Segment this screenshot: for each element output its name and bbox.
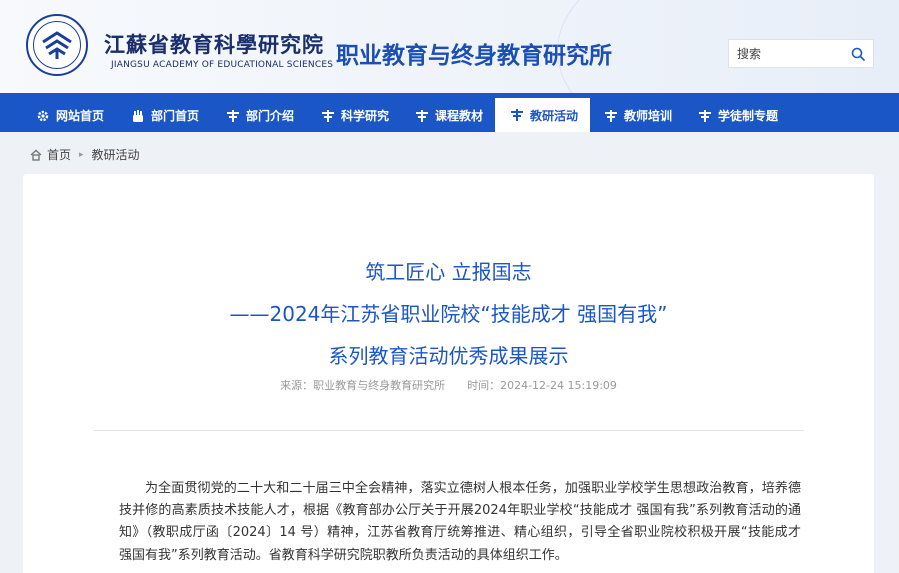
hand-icon bbox=[131, 109, 145, 123]
home-icon bbox=[30, 149, 42, 161]
search-button[interactable] bbox=[843, 40, 873, 67]
nav-item-label: 教师培训 bbox=[624, 109, 673, 123]
search-icon bbox=[851, 47, 865, 61]
article-source: 来源：职业教育与终身教育研究所 bbox=[280, 379, 446, 392]
article-time: 时间：2024-12-24 15:19:09 bbox=[467, 379, 617, 392]
nav-item-label: 课程教材 bbox=[435, 109, 484, 123]
site-title[interactable]: 职业教育与终身教育研究所 bbox=[336, 36, 612, 70]
nav-item-dept-home[interactable]: 部门首页 bbox=[131, 99, 199, 132]
site-header: 江蘇省教育科學研究院 JIANGSU ACADEMY OF EDUCATIONA… bbox=[0, 0, 899, 93]
tee-icon bbox=[321, 109, 335, 123]
title-divider bbox=[94, 430, 804, 431]
article-title-line-1: 筑工匠心 立报国志 bbox=[365, 260, 532, 284]
search-box bbox=[728, 39, 874, 68]
breadcrumb: 首页 ▸ 教研活动 bbox=[30, 146, 140, 163]
logo-english-name: JIANGSU ACADEMY OF EDUCATIONAL SCIENCES bbox=[111, 60, 334, 70]
article-title-line-3: 系列教育活动优秀成果展示 bbox=[328, 344, 569, 368]
nav-item-teaching-research[interactable]: 教研活动 bbox=[495, 98, 590, 132]
nav-item-label: 部门介绍 bbox=[246, 109, 295, 123]
tee-icon bbox=[226, 109, 240, 123]
tee-icon bbox=[698, 109, 712, 123]
nav-item-label: 网站首页 bbox=[56, 109, 105, 123]
nav-item-label: 学徒制专题 bbox=[718, 109, 779, 123]
article-title-line-2: ——2024年江苏省职业院校“技能成才 强国有我” bbox=[229, 302, 668, 326]
nav-item-label: 科学研究 bbox=[341, 109, 390, 123]
nav-item-teacher-training[interactable]: 教师培训 bbox=[604, 99, 672, 132]
tee-icon bbox=[415, 109, 429, 123]
tee-icon bbox=[510, 108, 524, 122]
article-meta: 来源：职业教育与终身教育研究所 时间：2024-12-24 15:19:09 bbox=[23, 377, 874, 393]
seal-ring bbox=[33, 21, 81, 69]
nav-item-label: 教研活动 bbox=[530, 108, 579, 123]
nav-item-label: 部门首页 bbox=[151, 109, 200, 123]
nav-item-curriculum[interactable]: 课程教材 bbox=[415, 99, 483, 132]
gear-icon bbox=[36, 109, 50, 123]
article-card: 筑工匠心 立报国志 ——2024年江苏省职业院校“技能成才 强国有我” 系列教育… bbox=[23, 174, 874, 573]
nav-item-dept-intro[interactable]: 部门介绍 bbox=[226, 99, 294, 132]
logo-chinese-name: 江蘇省教育科學研究院 bbox=[104, 32, 324, 57]
tee-icon bbox=[604, 109, 618, 123]
breadcrumb-current[interactable]: 教研活动 bbox=[92, 146, 140, 163]
nav-item-site-home[interactable]: 网站首页 bbox=[36, 99, 104, 132]
nav-item-apprenticeship[interactable]: 学徒制专题 bbox=[698, 99, 778, 132]
search-input[interactable] bbox=[729, 40, 843, 67]
nav-item-research[interactable]: 科学研究 bbox=[321, 99, 389, 132]
main-nav: 网站首页 部门首页 部门介绍 科学研究 课程教材 教研活动 教师培训 学徒制专题 bbox=[0, 93, 899, 132]
academy-seal-logo[interactable] bbox=[26, 14, 88, 76]
chevron-right-icon: ▸ bbox=[79, 149, 84, 160]
breadcrumb-home-link[interactable]: 首页 bbox=[47, 146, 71, 163]
article-paragraph: 为全面贯彻党的二十大和二十届三中全会精神，落实立德树人根本任务，加强职业学校学生… bbox=[119, 481, 801, 563]
